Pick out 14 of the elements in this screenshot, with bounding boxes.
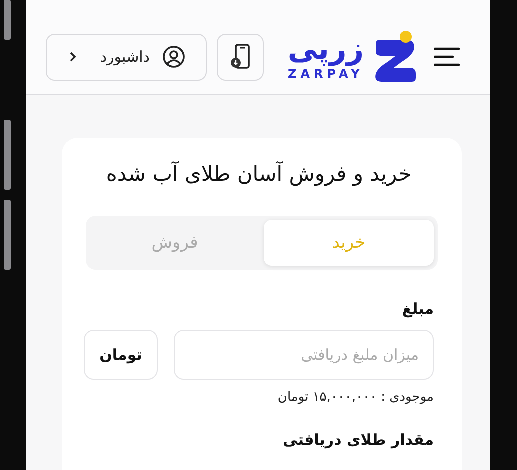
logo-name: زرپی [288,33,364,67]
amount-input-field[interactable]: میزان ملبغ دریافتی [174,330,434,380]
field-label: مبلغ [401,300,434,318]
app-download-button[interactable] [217,34,264,80]
chevron-icon [69,51,77,63]
phone-download-icon [230,43,252,71]
currency-button[interactable]: تومان [84,330,158,380]
user-icon [162,45,186,69]
dashboard-button[interactable]: داشبورد [46,34,207,80]
balance-text: موجودی : ۱۵,۰۰۰,۰۰۰ تومان [276,390,434,405]
menu-icon[interactable] [434,47,460,67]
logo-latin-name: ZARPAY [288,67,364,81]
field-label: مقدار طلای دریافتی [282,431,434,449]
card-title: خرید و فروش آسان طلای آب شده [105,162,413,186]
